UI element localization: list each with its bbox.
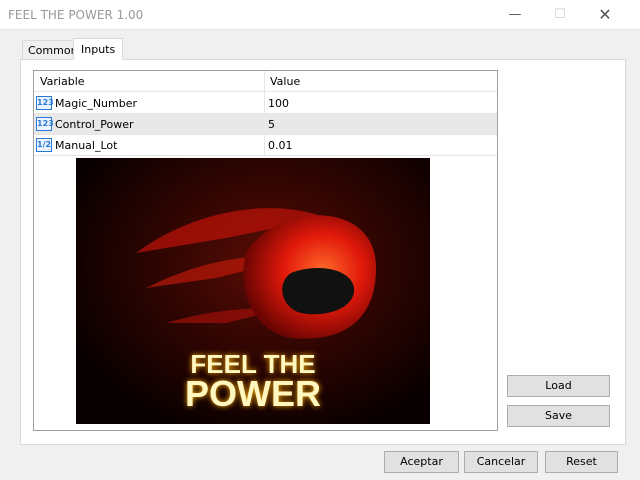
variable-name: Control_Power <box>55 118 134 131</box>
variable-name: Manual_Lot <box>55 139 118 152</box>
header-value[interactable]: Value <box>270 75 300 88</box>
maximize-icon[interactable]: ☐ <box>545 4 575 26</box>
variable-value[interactable]: 5 <box>268 118 275 131</box>
variable-value[interactable]: 0.01 <box>268 139 293 152</box>
banner-line2: POWER <box>184 373 321 414</box>
table-header: Variable Value <box>34 71 497 92</box>
close-icon[interactable]: ✕ <box>590 4 620 26</box>
table-row[interactable]: 123 Control_Power 5 <box>34 114 497 135</box>
variable-name: Magic_Number <box>55 97 138 110</box>
tab-inputs[interactable]: Inputs <box>73 38 124 60</box>
integer-icon: 123 <box>36 96 54 110</box>
cancel-button[interactable]: Cancelar <box>464 451 538 473</box>
header-variable[interactable]: Variable <box>40 75 85 88</box>
title-bar: FEEL THE POWER 1.00 — ☐ ✕ <box>0 0 640 30</box>
variable-value[interactable]: 100 <box>268 97 289 110</box>
load-button[interactable]: Load <box>507 375 610 397</box>
banner-text: FEEL THE POWER <box>76 351 430 414</box>
integer-icon: 123 <box>36 117 54 131</box>
product-banner-image: FEEL THE POWER <box>76 158 430 424</box>
window-title: FEEL THE POWER 1.00 <box>8 8 144 22</box>
reset-button[interactable]: Reset <box>545 451 618 473</box>
table-row[interactable]: 1/2 Manual_Lot 0.01 <box>34 135 497 156</box>
double-icon: 1/2 <box>36 138 52 152</box>
table-row[interactable]: 123 Magic_Number 100 <box>34 93 497 114</box>
save-button[interactable]: Save <box>507 405 610 427</box>
accept-button[interactable]: Aceptar <box>384 451 459 473</box>
minimize-icon[interactable]: — <box>500 4 530 26</box>
